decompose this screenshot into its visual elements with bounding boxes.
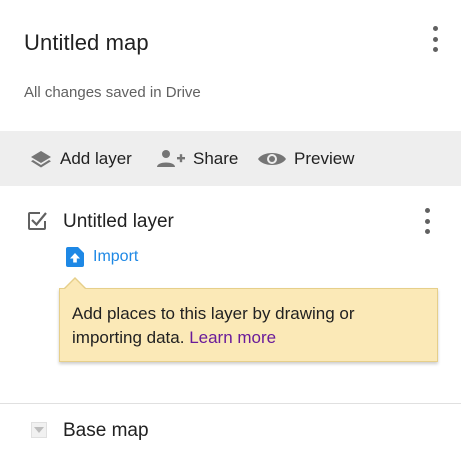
import-link[interactable]: Import	[66, 246, 138, 268]
eye-icon	[257, 149, 287, 169]
section-divider	[0, 403, 461, 404]
tooltip-arrow-fill	[64, 279, 86, 290]
share-label: Share	[193, 148, 239, 168]
layer-name[interactable]: Untitled layer	[63, 211, 174, 233]
preview-label: Preview	[294, 148, 355, 168]
map-editor-panel: Untitled map All changes saved in Drive …	[0, 0, 461, 452]
add-layer-label: Add layer	[60, 148, 132, 168]
layer-toolbar: Add layer Share Preview	[0, 131, 461, 186]
add-layer-button[interactable]: Add layer	[29, 131, 132, 186]
check-icon	[28, 212, 47, 230]
learn-more-link[interactable]: Learn more	[189, 328, 276, 347]
map-options-menu-icon[interactable]	[428, 26, 442, 52]
layers-icon	[29, 149, 53, 169]
empty-layer-tooltip: Add places to this layer by drawing or i…	[59, 288, 438, 362]
map-title[interactable]: Untitled map	[24, 30, 149, 56]
layer-visibility-checkbox[interactable]	[26, 210, 48, 232]
base-map-label[interactable]: Base map	[63, 420, 149, 442]
triangle-down-icon	[34, 427, 44, 433]
share-button[interactable]: Share	[156, 131, 238, 186]
layer-options-menu-icon[interactable]	[420, 208, 434, 234]
person-add-icon	[156, 149, 186, 169]
upload-file-icon	[66, 247, 84, 267]
base-map-expand-toggle[interactable]	[31, 422, 47, 438]
import-label: Import	[93, 248, 139, 265]
preview-button[interactable]: Preview	[257, 131, 354, 186]
save-status-text: All changes saved in Drive	[24, 84, 201, 101]
